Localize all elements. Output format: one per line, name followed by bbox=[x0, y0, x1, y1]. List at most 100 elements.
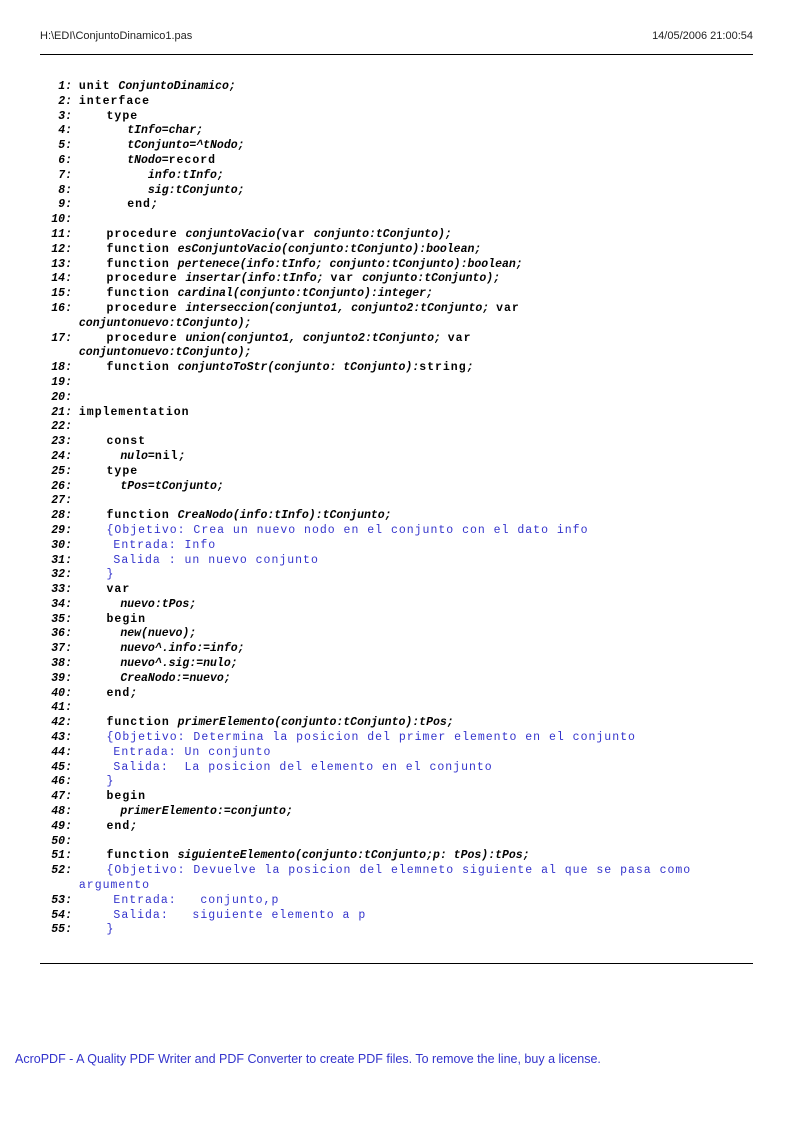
line-number: 45: bbox=[40, 761, 72, 776]
code-text bbox=[79, 361, 107, 374]
keyword: function bbox=[107, 509, 178, 522]
code-text: ; bbox=[130, 687, 137, 700]
code-line: 34: nuevo:tPos; bbox=[40, 598, 753, 613]
code-text bbox=[79, 849, 107, 862]
code-text bbox=[79, 790, 107, 803]
line-number: 35: bbox=[40, 613, 72, 628]
code-line: 22: bbox=[40, 420, 753, 435]
code-line: 52: {Objetivo: Devuelve la posicion del … bbox=[40, 864, 753, 879]
line-number: 26: bbox=[40, 480, 72, 495]
code-line: 42: function primerElemento(conjunto:tCo… bbox=[40, 716, 753, 731]
code-text bbox=[79, 716, 107, 729]
code-line: 24: nulo=nil; bbox=[40, 450, 753, 465]
code-line: conjuntonuevo:tConjunto); bbox=[40, 346, 753, 361]
keyword: interface bbox=[79, 95, 150, 108]
code-line: 12: function esConjuntoVacio(conjunto:tC… bbox=[40, 243, 753, 258]
code-text bbox=[79, 524, 107, 537]
code-line: argumento bbox=[40, 879, 753, 894]
code-line: 48: primerElemento:=conjunto; bbox=[40, 805, 753, 820]
keyword: procedure bbox=[107, 302, 186, 315]
keyword: begin bbox=[107, 790, 147, 803]
code-text: nuevo:tPos; bbox=[79, 598, 196, 611]
keyword: record bbox=[169, 154, 216, 167]
keyword: end bbox=[127, 198, 151, 211]
code-line: 26: tPos=tConjunto; bbox=[40, 480, 753, 495]
keyword: implementation bbox=[79, 406, 190, 419]
code-line: 20: bbox=[40, 391, 753, 406]
file-path: H:\EDI\ConjuntoDinamico1.pas bbox=[40, 30, 192, 42]
code-line: 39: CreaNodo:=nuevo; bbox=[40, 672, 753, 687]
keyword: type bbox=[107, 465, 139, 478]
code-text: ; bbox=[130, 820, 137, 833]
line-number: 14: bbox=[40, 272, 72, 287]
code-line: 53: Entrada: conjunto,p bbox=[40, 894, 753, 909]
line-number: 5: bbox=[40, 139, 72, 154]
code-line: 33: var bbox=[40, 583, 753, 598]
line-number: 54: bbox=[40, 909, 72, 924]
code-text bbox=[79, 583, 107, 596]
code-text: conjuntonuevo:tConjunto); bbox=[79, 346, 252, 359]
keyword: function bbox=[107, 849, 178, 862]
code-text: sig:tConjunto; bbox=[79, 184, 245, 197]
code-line: 43: {Objetivo: Determina la posicion del… bbox=[40, 731, 753, 746]
comment: Entrada: conjunto,p bbox=[113, 894, 279, 907]
code-text: pertenece(info:tInfo; conjunto:tConjunto… bbox=[178, 258, 523, 271]
code-line: 14: procedure insertar(info:tInfo; var c… bbox=[40, 272, 753, 287]
line-number: 3: bbox=[40, 110, 72, 125]
code-text bbox=[79, 243, 107, 256]
code-text: primerElemento(conjunto:tConjunto):tPos; bbox=[178, 716, 454, 729]
line-number: 42: bbox=[40, 716, 72, 731]
keyword: nil bbox=[155, 450, 179, 463]
keyword: var bbox=[330, 272, 362, 285]
code-line: 44: Entrada: Un conjunto bbox=[40, 746, 753, 761]
line-number: 37: bbox=[40, 642, 72, 657]
code-line: 47: begin bbox=[40, 790, 753, 805]
code-line: 36: new(nuevo); bbox=[40, 627, 753, 642]
line-number: 40: bbox=[40, 687, 72, 702]
code-line: 8: sig:tConjunto; bbox=[40, 184, 753, 199]
code-text bbox=[79, 820, 107, 833]
code-text bbox=[79, 435, 107, 448]
code-line: 23: const bbox=[40, 435, 753, 450]
line-number: 32: bbox=[40, 568, 72, 583]
code-text bbox=[79, 909, 114, 922]
line-number: 2: bbox=[40, 95, 72, 110]
code-text: primerElemento:=conjunto; bbox=[79, 805, 293, 818]
code-line: 37: nuevo^.info:=info; bbox=[40, 642, 753, 657]
keyword: function bbox=[107, 361, 178, 374]
keyword: var bbox=[496, 302, 520, 315]
footer-text: AcroPDF - A Quality PDF Writer and PDF C… bbox=[0, 1052, 793, 1066]
code-line: 11: procedure conjuntoVacio(var conjunto… bbox=[40, 228, 753, 243]
code-text bbox=[79, 613, 107, 626]
line-number: 46: bbox=[40, 775, 72, 790]
code-text bbox=[79, 272, 107, 285]
code-text: siguienteElemento(conjunto:tConjunto;p: … bbox=[178, 849, 530, 862]
keyword: function bbox=[107, 716, 178, 729]
code-line: 45: Salida: La posicion del elemento en … bbox=[40, 761, 753, 776]
line-number: 52: bbox=[40, 864, 72, 879]
comment: Entrada: Info bbox=[113, 539, 216, 552]
line-number: 4: bbox=[40, 124, 72, 139]
code-text: interseccion(conjunto1, conjunto2:tConju… bbox=[186, 302, 497, 315]
code-text: tPos=tConjunto; bbox=[79, 480, 224, 493]
line-number: 39: bbox=[40, 672, 72, 687]
keyword: var bbox=[448, 332, 472, 345]
code-line: 10: bbox=[40, 213, 753, 228]
code-line: 46: } bbox=[40, 775, 753, 790]
line-number: 31: bbox=[40, 554, 72, 569]
line-number: 13: bbox=[40, 258, 72, 273]
code-line: 51: function siguienteElemento(conjunto:… bbox=[40, 849, 753, 864]
line-number: 27: bbox=[40, 494, 72, 509]
keyword: const bbox=[107, 435, 147, 448]
line-number: 12: bbox=[40, 243, 72, 258]
code-line: conjuntonuevo:tConjunto); bbox=[40, 317, 753, 332]
code-line: 30: Entrada: Info bbox=[40, 539, 753, 554]
line-number: 24: bbox=[40, 450, 72, 465]
line-number: 21: bbox=[40, 406, 72, 421]
keyword: end bbox=[107, 687, 131, 700]
comment: {Objetivo: Crea un nuevo nodo en el conj… bbox=[107, 524, 589, 537]
code-text: conjunto:tConjunto); bbox=[362, 272, 500, 285]
line-number: 15: bbox=[40, 287, 72, 302]
line-number: 7: bbox=[40, 169, 72, 184]
keyword: type bbox=[107, 110, 139, 123]
